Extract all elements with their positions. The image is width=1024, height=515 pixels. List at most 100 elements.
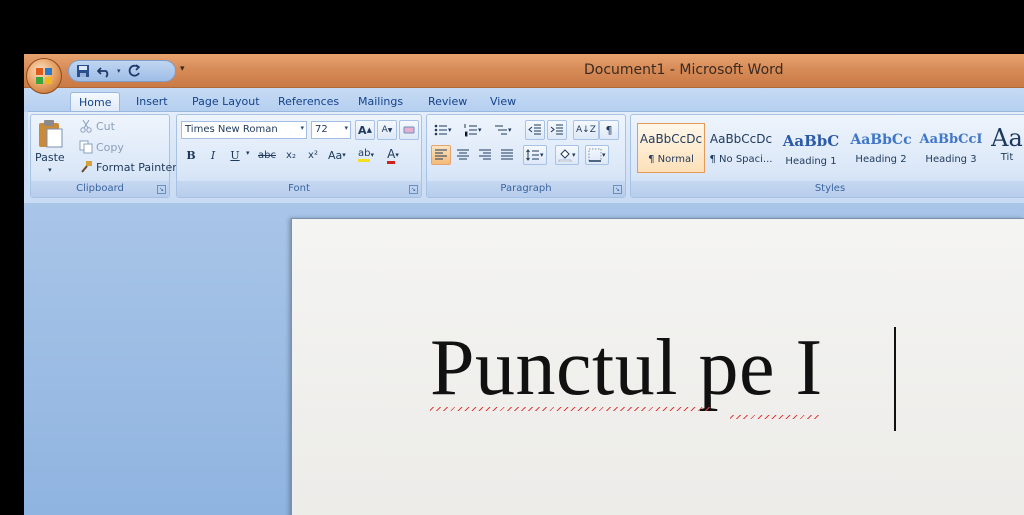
tab-review[interactable]: Review: [420, 92, 475, 112]
paste-dropdown-icon[interactable]: ▾: [48, 166, 52, 174]
copy-button[interactable]: Copy: [79, 140, 124, 154]
align-center-button[interactable]: [453, 145, 473, 165]
align-right-button[interactable]: [475, 145, 495, 165]
paragraph-launcher-icon[interactable]: ↘: [613, 185, 622, 194]
change-case-label: Aa: [328, 148, 343, 162]
highlight-button[interactable]: ab ▾: [355, 145, 377, 165]
decrease-indent-icon: [528, 124, 541, 135]
style-sample: AaBbCcDc: [709, 132, 773, 146]
spellcheck-underline: [430, 407, 710, 411]
sort-button[interactable]: A↓Z: [573, 120, 599, 140]
style-name: ¶ No Spaci...: [709, 154, 773, 165]
tab-page-layout[interactable]: Page Layout: [184, 92, 268, 112]
subscript-button[interactable]: x₂: [281, 145, 301, 165]
style-name: Heading 3: [925, 154, 977, 165]
document-page[interactable]: Punctul pe I: [291, 218, 1024, 515]
align-left-button[interactable]: [431, 145, 451, 165]
spellcheck-underline: [730, 415, 820, 419]
style-title[interactable]: Aa Tit: [987, 123, 1024, 173]
underline-dropdown-icon[interactable]: ▾: [246, 149, 250, 157]
undo-dropdown-icon[interactable]: ▾: [117, 67, 121, 75]
style-normal[interactable]: AaBbCcDc ¶ Normal: [637, 123, 705, 173]
multilevel-list-icon: [495, 125, 507, 135]
clipboard-launcher-icon[interactable]: ↘: [157, 185, 166, 194]
clipboard-group-label: Clipboard: [31, 181, 169, 197]
shading-button[interactable]: ▾: [555, 145, 579, 165]
tab-references[interactable]: References: [270, 92, 347, 112]
align-center-icon: [457, 149, 469, 160]
style-heading-1[interactable]: AaBbC Heading 1: [777, 123, 845, 173]
clipboard-group: Paste ▾ Cut Copy Format Painter Clipboar…: [30, 114, 177, 198]
bullets-icon: [434, 124, 447, 136]
bullets-button[interactable]: ▾: [431, 120, 455, 140]
copy-label: Copy: [96, 140, 124, 154]
font-group: Times New Roman ▾ 72 ▾ A ▲ A ▼ B I U ▾ abc…: [176, 114, 422, 198]
paste-icon: [36, 119, 64, 149]
customize-quick-access-icon[interactable]: ▾: [180, 64, 185, 74]
increase-indent-button[interactable]: [547, 120, 567, 140]
scissors-icon: [79, 119, 93, 133]
multilevel-list-button[interactable]: ▾: [491, 120, 515, 140]
office-button[interactable]: [26, 58, 62, 94]
save-button[interactable]: [75, 63, 91, 79]
borders-button[interactable]: ▾: [585, 145, 609, 165]
redo-icon: [128, 64, 140, 77]
undo-button[interactable]: [96, 63, 112, 79]
eraser-icon: [403, 126, 415, 134]
show-formatting-button[interactable]: ¶: [599, 120, 619, 140]
tab-mailings[interactable]: Mailings: [350, 92, 411, 112]
bold-button[interactable]: B: [181, 145, 201, 165]
align-right-icon: [479, 149, 491, 160]
office-logo-icon: [36, 68, 52, 84]
tab-view[interactable]: View: [482, 92, 524, 112]
line-spacing-button[interactable]: ▾: [523, 145, 547, 165]
title-bar: ▾ ▾ Document1 - Microsoft Word: [24, 54, 1024, 94]
tab-insert[interactable]: Insert: [128, 92, 176, 112]
document-text[interactable]: Punctul pe I: [430, 323, 823, 414]
ribbon: Paste ▾ Cut Copy Format Painter Clipboar…: [28, 111, 1024, 201]
undo-icon: [97, 67, 109, 78]
cut-button[interactable]: Cut: [79, 119, 115, 133]
grow-font-label: A: [358, 123, 367, 137]
tab-home[interactable]: Home: [70, 92, 121, 112]
paste-button[interactable]: Paste ▾: [35, 119, 65, 174]
align-left-icon: [435, 149, 447, 160]
paragraph-group-label: Paragraph: [427, 181, 625, 197]
quick-access-toolbar: ▾: [68, 60, 176, 82]
font-launcher-icon[interactable]: ↘: [409, 185, 418, 194]
word-window: ▾ ▾ Document1 - Microsoft Word Home Inse…: [24, 54, 1024, 515]
justify-button[interactable]: [497, 145, 517, 165]
style-heading-2[interactable]: AaBbCc Heading 2: [847, 123, 915, 173]
justify-icon: [501, 149, 513, 160]
numbering-button[interactable]: ▾: [461, 120, 485, 140]
window-title: Document1 - Microsoft Word: [584, 62, 784, 78]
grow-font-button[interactable]: A ▲: [355, 120, 375, 140]
styles-group-label: Styles: [631, 181, 1024, 197]
font-color-button[interactable]: A ▾: [383, 145, 403, 165]
style-sample: AaBbCcI: [919, 132, 983, 147]
font-name-value: Times New Roman: [185, 124, 278, 135]
redo-button[interactable]: [126, 63, 142, 79]
font-size-dropdown-icon[interactable]: ▾: [344, 124, 348, 132]
font-size-combo[interactable]: 72 ▾: [311, 121, 351, 139]
font-name-dropdown-icon[interactable]: ▾: [300, 124, 304, 132]
style-no-spacing[interactable]: AaBbCcDc ¶ No Spaci...: [707, 123, 775, 173]
increase-indent-icon: [550, 124, 563, 135]
shrink-font-button[interactable]: A ▼: [377, 120, 397, 140]
style-sample: AaBbC: [782, 132, 840, 150]
underline-button[interactable]: U: [225, 145, 245, 165]
style-name: Heading 2: [855, 154, 907, 165]
superscript-button[interactable]: x²: [303, 145, 323, 165]
format-painter-button[interactable]: Format Painter: [79, 160, 177, 174]
italic-button[interactable]: I: [203, 145, 223, 165]
ribbon-tabs: Home Insert Page Layout References Maili…: [24, 88, 1024, 112]
clear-formatting-button[interactable]: [399, 120, 419, 140]
style-name: ¶ Normal: [648, 154, 694, 165]
decrease-indent-button[interactable]: [525, 120, 545, 140]
strikethrough-button[interactable]: abc: [255, 145, 279, 165]
font-name-combo[interactable]: Times New Roman ▾: [181, 121, 307, 139]
copy-icon: [79, 140, 93, 154]
change-case-button[interactable]: Aa ▾: [325, 145, 349, 165]
style-heading-3[interactable]: AaBbCcI Heading 3: [917, 123, 985, 173]
text-cursor: [894, 327, 896, 431]
